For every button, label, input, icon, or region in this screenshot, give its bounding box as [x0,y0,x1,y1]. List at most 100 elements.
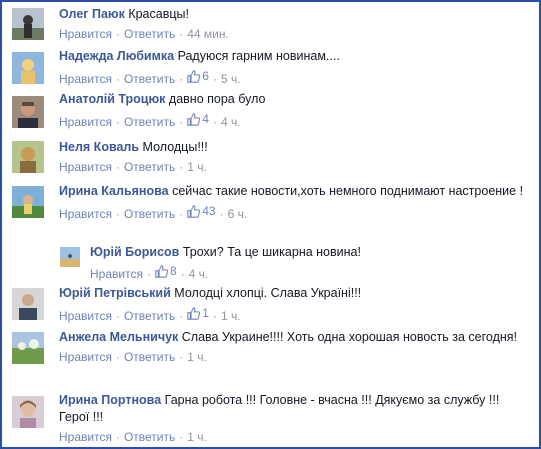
like-count-value: 6 [202,69,209,83]
like-button[interactable]: Нравится [59,430,112,444]
reply-button[interactable]: Ответить [124,160,175,174]
comment-message: Молодці хлопці. Слава Україні!!! [174,286,362,300]
like-count[interactable]: 6 [187,68,209,85]
comment-actions: Нравится · Ответить · 44 мин. [59,26,529,43]
separator: · [115,160,120,174]
like-button[interactable]: Нравится [90,267,143,281]
separator: · [179,115,184,129]
reply-button[interactable]: Ответить [124,309,175,323]
avatar[interactable] [12,96,44,128]
comment-time[interactable]: 6 ч. [228,207,248,221]
comment-time[interactable]: 5 ч. [221,72,241,86]
comment-message: Красавцы! [128,7,189,21]
comment-author[interactable]: Ирина Портнова [59,393,161,407]
like-count-value: 8 [169,264,177,278]
comment-actions: Нравится · Ответить · 1 ч. [59,429,529,446]
separator: · [179,430,184,444]
comment-time[interactable]: 1 ч. [187,350,207,364]
comment-author[interactable]: Юрій Борисов [90,245,179,259]
thumbs-up-icon [187,205,201,218]
comment-message: Слава Украине!!!! Хоть одна хорошая ново… [181,330,518,344]
avatar[interactable] [12,8,44,40]
thumbs-up-icon [187,113,201,126]
comment-author[interactable]: Ирина Кальянова [59,184,169,198]
separator: · [179,160,184,174]
separator: · [179,27,184,41]
separator: · [179,309,184,323]
comment-message: давно пора було [168,92,266,106]
comment-text: Неля Коваль Молодцы!!! [59,139,529,156]
separator: · [179,350,184,364]
comment-author[interactable]: Неля Коваль [59,140,139,154]
like-count-value: 1 [202,306,209,320]
comment-actions: Нравится · Ответить · 1 ч. [59,349,529,366]
like-count[interactable]: 8 [155,263,177,280]
avatar[interactable] [12,396,44,428]
comment-actions: Нравится · Ответить · 1 ч. [59,159,529,176]
avatar[interactable] [60,247,80,267]
separator: · [115,27,120,41]
comment-text: Анжела Мельничук Слава Украине!!!! Хоть … [59,329,529,346]
comment-time[interactable]: 1 ч. [187,160,207,174]
separator: · [180,267,185,281]
comment-text: Юрій Петрівський Молодці хлопці. Слава У… [59,285,529,302]
comment-time[interactable]: 1 ч. [187,430,207,444]
comment-actions: Нравится · Ответить · 1 · 1 ч. [59,305,529,325]
comment-author[interactable]: Анжела Мельничук [59,330,178,344]
like-button[interactable]: Нравится [59,207,112,221]
separator: · [179,72,184,86]
comment-time[interactable]: 44 мин. [187,27,229,41]
like-button[interactable]: Нравится [59,27,112,41]
comment-time[interactable]: 4 ч. [221,115,241,129]
separator: · [115,207,120,221]
avatar[interactable] [12,141,44,173]
reply-button[interactable]: Ответить [124,115,175,129]
separator: · [179,207,184,221]
thumbs-up-icon [187,307,201,320]
avatar[interactable] [12,332,44,364]
comment-message: Трохи? Та це шикарна новина! [182,245,361,259]
separator: · [115,430,120,444]
thumbs-up-icon [155,265,168,278]
like-count-value: 43 [202,204,216,218]
avatar[interactable] [12,288,44,320]
comment-actions: Нравится · Ответить · 6 · 5 ч. [59,68,529,88]
comment-message: Радуюся гарним новинам.... [177,49,340,63]
comment-author[interactable]: Надежда Любимка [59,49,174,63]
comment-author[interactable]: Олег Паюк [59,7,125,21]
separator: · [146,267,151,281]
comment-text: Анатолій Троцюк давно пора було [59,91,529,108]
like-button[interactable]: Нравится [59,115,112,129]
separator: · [115,115,120,129]
comment-time[interactable]: 4 ч. [189,267,209,281]
like-count[interactable]: 1 [187,305,209,322]
like-button[interactable]: Нравится [59,72,112,86]
comment-text: Олег Паюк Красавцы! [59,6,529,23]
comment-actions: Нравится · Ответить · 43 · 6 ч. [59,203,529,223]
comment-time[interactable]: 1 ч. [221,309,241,323]
reply-button[interactable]: Ответить [124,350,175,364]
like-button[interactable]: Нравится [59,350,112,364]
separator: · [212,115,217,129]
reply-button[interactable]: Ответить [124,430,175,444]
separator: · [219,207,224,221]
comment-text: Ирина Портнова Гарна робота !!! Головне … [59,392,529,426]
avatar[interactable] [12,186,44,218]
comment-actions: Нравится · 8 · 4 ч. [90,263,529,283]
like-button[interactable]: Нравится [59,160,112,174]
like-button[interactable]: Нравится [59,309,112,323]
reply-button[interactable]: Ответить [124,27,175,41]
avatar[interactable] [12,52,44,84]
comment-author[interactable]: Юрій Петрівський [59,286,171,300]
comment-author[interactable]: Анатолій Троцюк [59,92,165,106]
comment-message: Молодцы!!! [142,140,208,154]
comment-message: сейчас такие новости,хоть немного подним… [172,184,524,198]
reply-button[interactable]: Ответить [124,72,175,86]
like-count[interactable]: 43 [187,203,216,220]
separator: · [212,72,217,86]
thumbs-up-icon [187,70,201,83]
reply-button[interactable]: Ответить [124,207,175,221]
comment-actions: Нравится · Ответить · 4 · 4 ч. [59,111,529,131]
like-count[interactable]: 4 [187,111,209,128]
separator: · [115,72,120,86]
